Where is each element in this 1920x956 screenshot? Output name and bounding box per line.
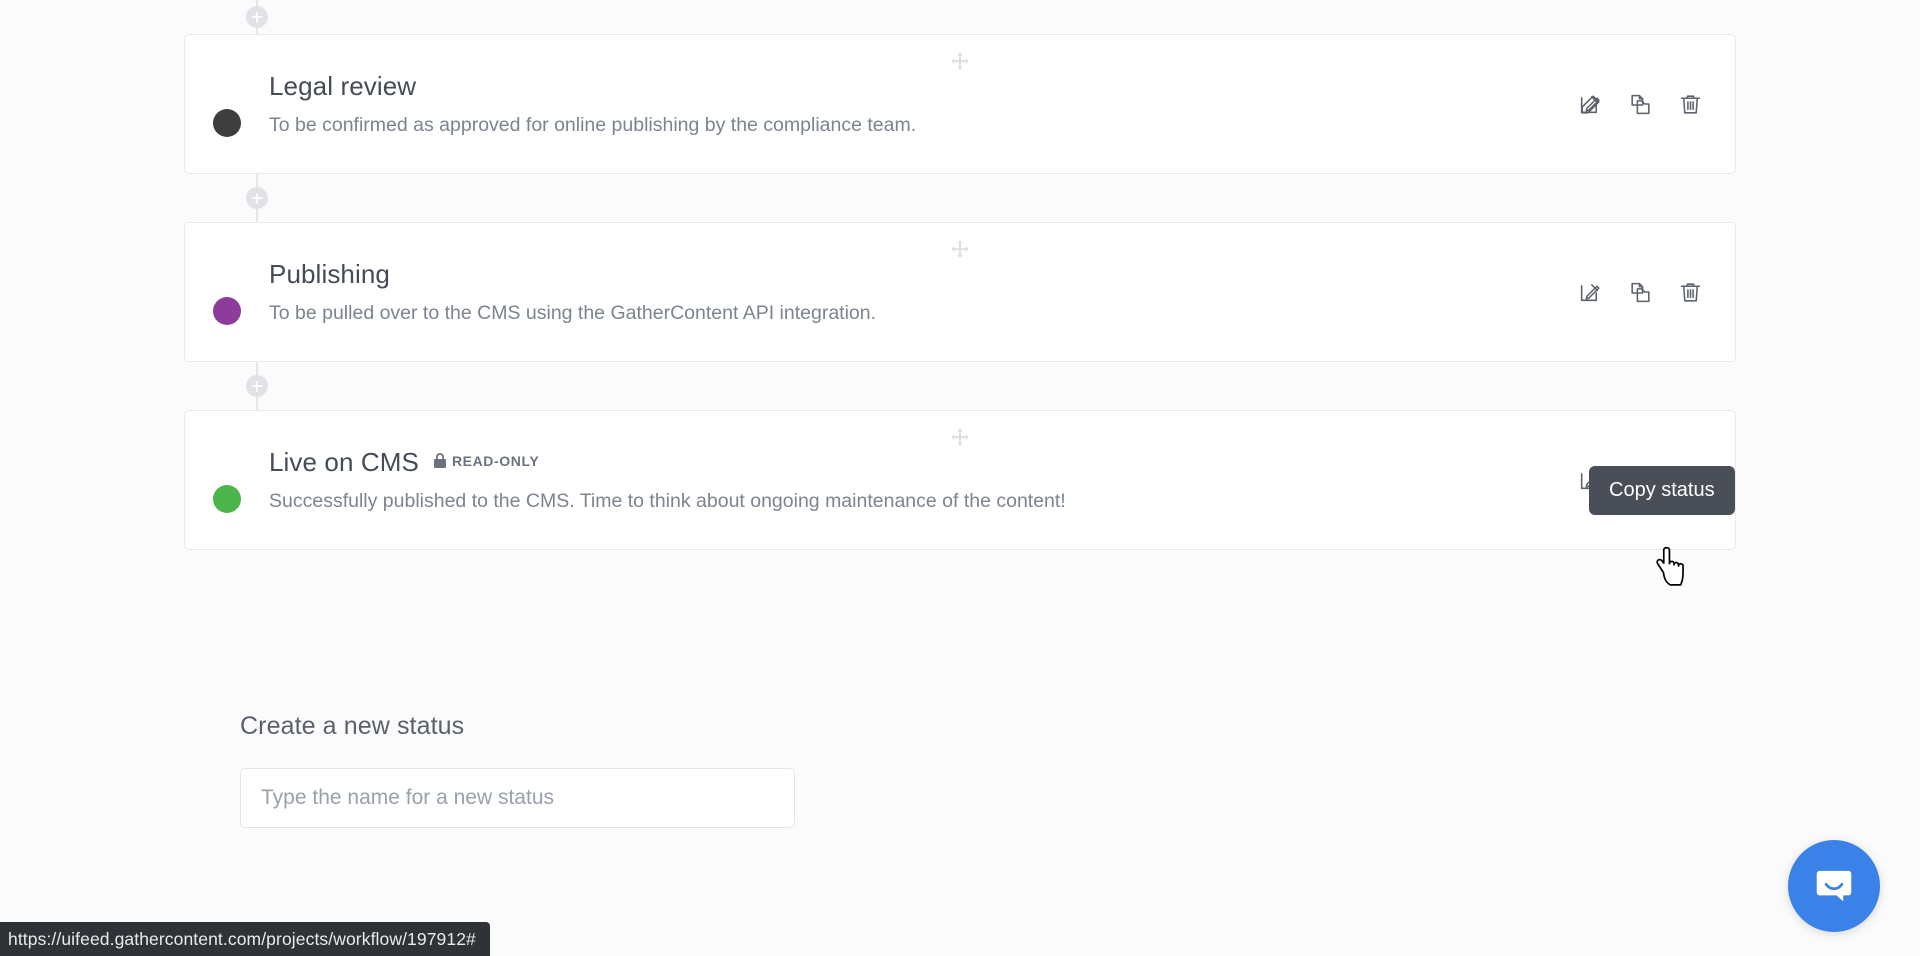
trash-icon <box>1680 282 1700 302</box>
status-card-body: Legal review To be confirmed as approved… <box>269 69 1577 139</box>
plus-icon <box>255 11 259 23</box>
status-card[interactable]: Live on CMS READ-ONLY Successfully publi… <box>184 410 1736 550</box>
edit-pencil-icon <box>1580 94 1600 114</box>
status-card[interactable]: Legal review To be confirmed as approved… <box>184 34 1736 174</box>
status-title-row: Live on CMS READ-ONLY <box>269 445 1553 479</box>
status-name: Live on CMS <box>269 447 419 477</box>
add-status-between-button[interactable] <box>246 187 268 209</box>
status-badge: READ-ONLY <box>433 453 539 469</box>
copy-status-button[interactable] <box>1627 279 1653 305</box>
status-card-body: Live on CMS READ-ONLY Successfully publi… <box>269 445 1577 515</box>
status-description: To be confirmed as approved for online p… <box>269 114 917 136</box>
create-status-heading: Create a new status <box>240 712 465 740</box>
plus-icon <box>255 192 259 204</box>
status-card[interactable]: Publishing To be pulled over to the CMS … <box>184 222 1736 362</box>
lock-icon <box>433 453 446 468</box>
add-status-between-button[interactable] <box>246 6 268 28</box>
status-name: Legal review <box>269 71 417 101</box>
copy-status-button[interactable] <box>1627 91 1653 117</box>
workflow-status-list: Legal review To be confirmed as approved… <box>184 0 1736 550</box>
status-card-body: Publishing To be pulled over to the CMS … <box>269 257 1577 327</box>
edit-pencil-icon <box>1580 471 1600 489</box>
trash-icon <box>1680 94 1700 114</box>
status-card-actions <box>1577 279 1735 305</box>
edit-status-button[interactable] <box>1577 91 1603 117</box>
status-card-actions <box>1577 467 1735 493</box>
status-title-row: Legal review <box>269 69 1553 103</box>
intercom-messenger-button[interactable] <box>1788 840 1880 932</box>
status-connector <box>184 0 1736 34</box>
pointer-hand-cursor-icon <box>1656 546 1684 586</box>
copy-status-button[interactable] <box>1627 467 1653 493</box>
status-connector <box>184 174 1736 222</box>
status-title-row: Publishing <box>269 257 1553 291</box>
edit-pencil-icon <box>1580 283 1600 301</box>
trash-icon <box>1680 470 1700 490</box>
status-color-wrap <box>185 447 269 513</box>
move-arrows-icon <box>951 240 969 258</box>
drag-handle[interactable] <box>949 51 971 73</box>
mouse-cursor <box>1653 546 1687 595</box>
status-description: To be pulled over to the CMS using the G… <box>269 302 877 324</box>
edit-status-button[interactable] <box>1577 279 1603 305</box>
readonly-label: READ-ONLY <box>451 453 540 469</box>
status-color-wrap <box>185 259 269 325</box>
drag-handle[interactable] <box>949 239 971 261</box>
status-card-actions <box>1577 91 1735 117</box>
copy-pages-icon <box>1630 282 1650 302</box>
status-color-dot[interactable] <box>213 297 241 325</box>
create-status-section: Create a new status <box>240 712 795 828</box>
status-color-dot[interactable] <box>213 485 241 513</box>
edit-status-button[interactable] <box>1577 467 1603 493</box>
plus-icon <box>255 380 259 392</box>
chat-bubble-icon <box>1816 870 1852 902</box>
delete-status-button[interactable] <box>1677 91 1703 117</box>
status-bar-url: https://uifeed.gathercontent.com/project… <box>8 928 476 949</box>
copy-pages-icon <box>1630 94 1650 114</box>
copy-pages-icon <box>1630 470 1650 490</box>
status-color-dot[interactable] <box>213 109 241 137</box>
move-arrows-icon <box>951 428 969 446</box>
status-name: Publishing <box>269 259 390 289</box>
status-connector <box>184 362 1736 410</box>
status-description: Successfully published to the CMS. Time … <box>269 490 1066 512</box>
new-status-input[interactable] <box>240 768 795 828</box>
status-color-wrap <box>185 71 269 137</box>
move-arrows-icon <box>951 52 969 70</box>
delete-status-button[interactable] <box>1677 467 1703 493</box>
browser-status-bar: https://uifeed.gathercontent.com/project… <box>0 922 490 956</box>
drag-handle[interactable] <box>949 427 971 449</box>
add-status-between-button[interactable] <box>246 375 268 397</box>
delete-status-button[interactable] <box>1677 279 1703 305</box>
